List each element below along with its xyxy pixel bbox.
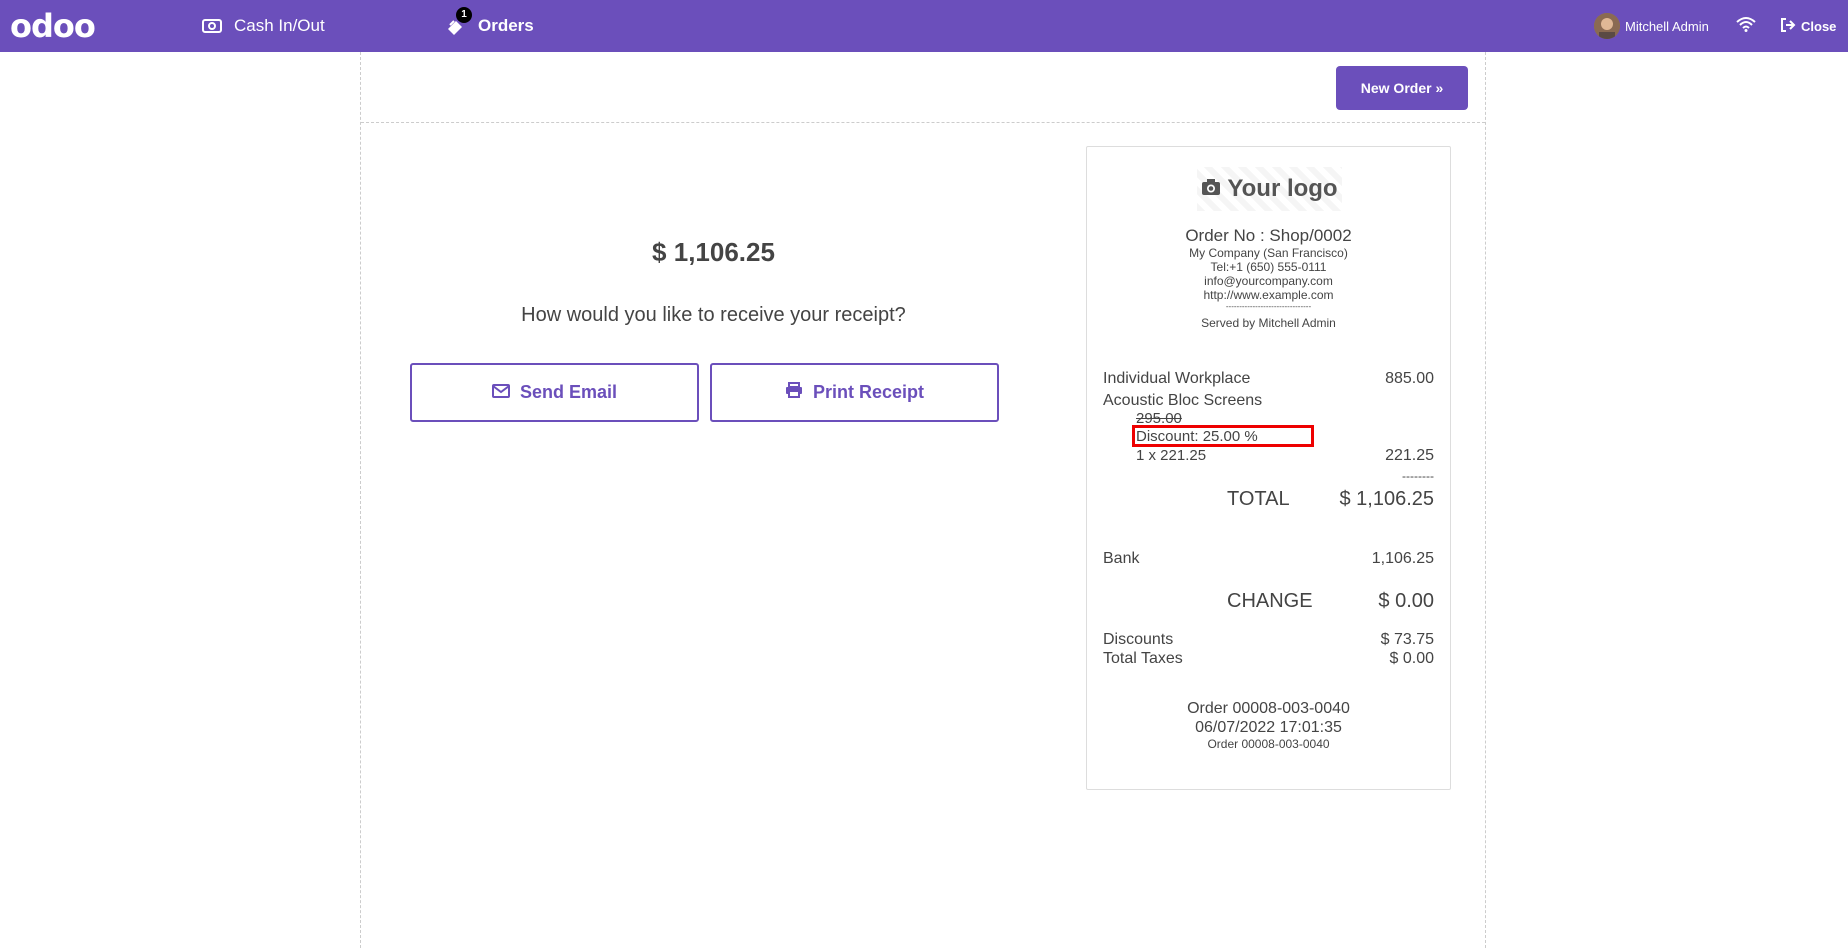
receipt-logo: Your logo: [1197, 167, 1342, 211]
receipt-order-number: Order No : Shop/0002: [1185, 226, 1352, 245]
order-total-amount: $ 1,106.25: [652, 237, 775, 267]
line-price: 221.25: [1385, 447, 1434, 464]
print-receipt-button[interactable]: Print Receipt: [710, 363, 999, 422]
new-order-button[interactable]: New Order »: [1336, 66, 1468, 110]
line-product-name: Acoustic Bloc Screens: [1103, 392, 1263, 409]
receipt-website: http://www.example.com: [1203, 288, 1334, 302]
change-value: $ 0.00: [1378, 590, 1434, 612]
discounts-value: $ 73.75: [1380, 631, 1434, 648]
line-product-name: Individual Workplace: [1103, 370, 1251, 387]
receipt-preview: Your logo Order No : Shop/0002 My Compan…: [1086, 146, 1451, 790]
line-price: 885.00: [1385, 370, 1434, 387]
taxes-label: Total Taxes: [1103, 650, 1183, 667]
orders-count-badge: 1: [456, 7, 472, 23]
top-navbar: odoo Cash In/Out 1 Orders Mitchell Admin: [0, 0, 1848, 52]
odoo-logo: odoo: [10, 7, 96, 45]
avatar: [1594, 13, 1620, 39]
cash-in-out-button[interactable]: Cash In/Out: [202, 0, 325, 52]
camera-icon: [1201, 175, 1227, 203]
ticket-icon: 1: [446, 7, 472, 35]
print-receipt-label: Print Receipt: [812, 382, 925, 402]
receipt-company: My Company (San Francisco): [1189, 246, 1348, 260]
receipt-dashes: --------: [1402, 469, 1434, 483]
user-menu[interactable]: Mitchell Admin: [1594, 0, 1709, 52]
sign-out-icon: [1780, 17, 1801, 35]
orders-button[interactable]: 1 Orders: [446, 0, 534, 52]
user-name: Mitchell Admin: [1625, 18, 1709, 34]
footer-order-ref: Order 00008-003-0040: [1187, 700, 1350, 717]
receipt-phone: Tel:+1 (650) 555-0111: [1210, 260, 1327, 274]
receipt-email: info@yourcompany.com: [1204, 274, 1333, 288]
receipt-screen: New Order » $ 1,106.25 How would you lik…: [360, 52, 1486, 948]
total-value: $ 1,106.25: [1339, 488, 1434, 510]
cash-in-out-label: Cash In/Out: [234, 16, 325, 35]
payment-method: Bank: [1103, 550, 1140, 567]
discounts-label: Discounts: [1103, 631, 1174, 648]
top-action-row: New Order »: [361, 52, 1485, 123]
close-label: Close: [1801, 18, 1837, 34]
line-discount: Discount: 25.00 %: [1136, 428, 1258, 445]
close-button[interactable]: Close: [1780, 0, 1836, 52]
total-label: TOTAL: [1227, 488, 1290, 510]
printer-icon: [785, 382, 813, 403]
change-label: CHANGE: [1227, 590, 1313, 612]
logo-text: Your logo: [1227, 175, 1338, 202]
receipt-separator: --------------------------------: [1225, 302, 1312, 311]
money-icon: [202, 19, 222, 33]
send-email-button[interactable]: Send Email: [410, 363, 699, 422]
send-email-label: Send Email: [519, 382, 618, 402]
receipt-question: How would you like to receive your recei…: [521, 304, 906, 326]
payment-amount: 1,106.25: [1371, 550, 1434, 567]
taxes-value: $ 0.00: [1389, 650, 1434, 667]
envelope-icon: [491, 382, 520, 403]
wifi-icon: [1736, 16, 1756, 37]
orders-label: Orders: [478, 16, 534, 35]
receipt-served-by: Served by Mitchell Admin: [1201, 316, 1336, 330]
footer-date: 06/07/2022 17:01:35: [1195, 719, 1342, 736]
line-quantity: 1 x 221.25: [1136, 447, 1207, 464]
footer-order-ref-small: Order 00008-003-0040: [1207, 737, 1330, 751]
